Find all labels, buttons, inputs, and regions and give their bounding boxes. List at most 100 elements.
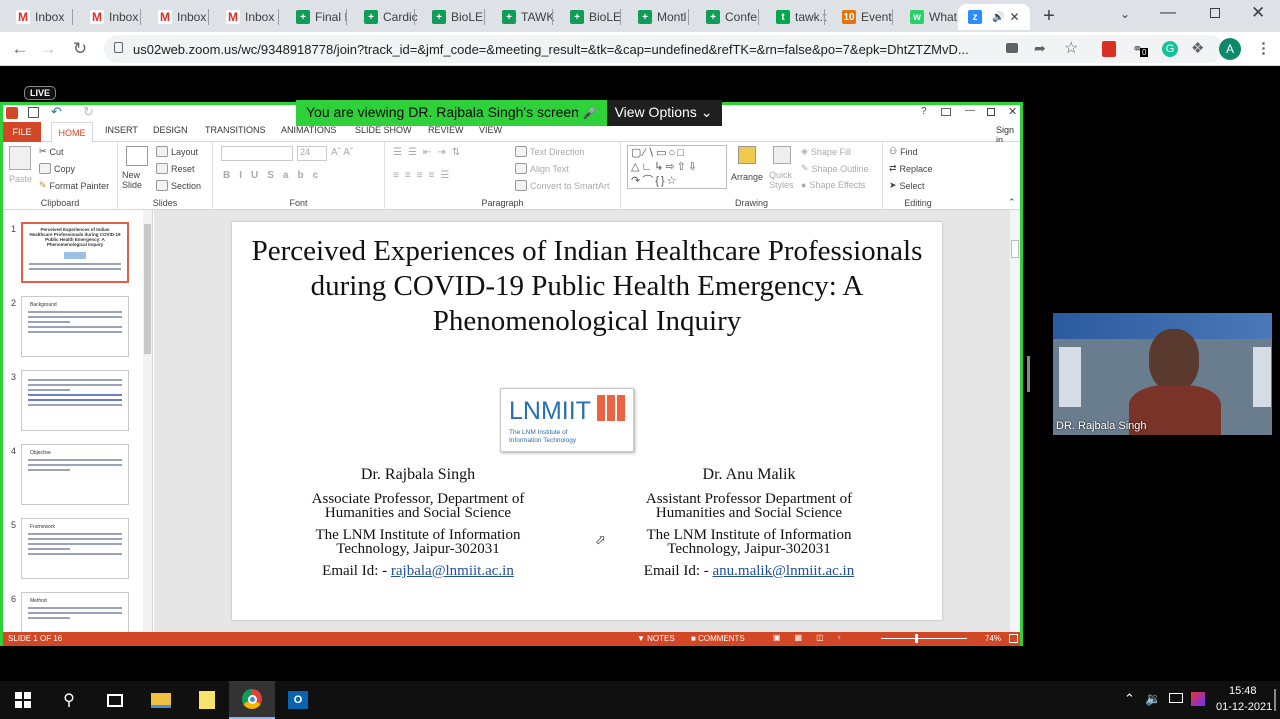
slide-scroll-thumb[interactable]: [1011, 240, 1019, 258]
browser-tab[interactable]: M Inbox: [0, 4, 70, 30]
author1-block[interactable]: Dr. Rajbala Singh Associate Professor, D…: [280, 467, 556, 579]
shapes-gallery[interactable]: ▢∕∖▭○□ △∟↳⇨⇧⇩ ↷⌒{}☆: [627, 145, 727, 189]
layout-button[interactable]: Layout: [156, 146, 198, 157]
tab-transitions[interactable]: TRANSITIONS: [205, 125, 266, 135]
extensions-puzzle-icon[interactable]: ❖: [1191, 39, 1204, 57]
zoom-slider-thumb[interactable]: [915, 634, 918, 643]
gallery-resize-handle[interactable]: [1027, 356, 1030, 392]
paste-button[interactable]: Paste: [9, 174, 32, 184]
find-button[interactable]: ⚇ Find: [889, 146, 918, 157]
redo-icon[interactable]: ↻: [83, 104, 94, 120]
bookmark-star-icon[interactable]: ☆: [1064, 38, 1078, 58]
save-icon[interactable]: [28, 107, 39, 118]
tab-insert[interactable]: INSERT: [105, 125, 138, 135]
search-icon[interactable]: ⚲: [46, 681, 92, 719]
tab-design[interactable]: DESIGN: [153, 125, 188, 135]
ppt-restore-icon[interactable]: [987, 108, 995, 116]
participant-video[interactable]: DR. Rajbala Singh: [1053, 313, 1272, 435]
format-painter-button[interactable]: ✎ Format Painter: [39, 180, 109, 191]
tab-search-icon[interactable]: ⌄: [1120, 7, 1130, 21]
thumbs-scrollbar[interactable]: [143, 210, 152, 632]
app-tray-icon[interactable]: [1191, 692, 1205, 706]
grammarly-icon[interactable]: G: [1162, 41, 1178, 57]
slide-thumbnail[interactable]: Objective: [21, 444, 129, 505]
slide-thumbnail[interactable]: [21, 370, 129, 431]
fit-slide-icon[interactable]: [1009, 634, 1018, 643]
clock-date[interactable]: 01-12-2021: [1216, 701, 1272, 713]
pdf-extension-icon[interactable]: [1102, 41, 1116, 57]
close-tab-icon[interactable]: ✕: [1009, 10, 1019, 24]
tab-view[interactable]: VIEW: [479, 125, 502, 135]
shape-fill-button[interactable]: ◈ Shape Fill: [801, 146, 851, 157]
ppt-close-icon[interactable]: ✕: [1008, 105, 1017, 118]
slide-thumbnail[interactable]: Framework: [21, 518, 129, 579]
tab-animations[interactable]: ANIMATIONS: [281, 125, 336, 135]
browser-tab[interactable]: + Montl: [622, 4, 692, 30]
share-icon[interactable]: ➦: [1034, 40, 1046, 57]
copy-button[interactable]: Copy: [39, 163, 75, 174]
new-slide-icon[interactable]: [126, 146, 148, 166]
ribbon-display-icon[interactable]: [941, 108, 951, 116]
reload-button[interactable]: ↻: [68, 37, 92, 61]
browser-tab[interactable]: M Inbox: [142, 4, 212, 30]
section-button[interactable]: Section: [156, 180, 201, 191]
windows-start-icon[interactable]: [0, 681, 46, 719]
forward-button[interactable]: →: [36, 37, 60, 61]
collapse-ribbon-icon[interactable]: ⌃: [1008, 197, 1016, 208]
smartart-button[interactable]: Convert to SmartArt: [515, 180, 610, 191]
browser-tab[interactable]: w What: [894, 4, 964, 30]
tab-home[interactable]: HOME: [51, 122, 93, 143]
browser-menu-icon[interactable]: ⋮: [1256, 39, 1271, 57]
browser-tab[interactable]: + TAWK: [486, 4, 556, 30]
new-slide-button[interactable]: New Slide: [122, 170, 150, 190]
tab-slide-show[interactable]: SLIDE SHOW: [355, 125, 412, 135]
reset-button[interactable]: Reset: [156, 163, 195, 174]
omnibox[interactable]: us02web.zoom.us/wc/9348918778/join?track…: [104, 35, 1224, 63]
camera-blocked-icon[interactable]: [1006, 43, 1018, 53]
browser-tab[interactable]: + BioLE: [554, 4, 624, 30]
notes-button[interactable]: ▼ NOTES: [637, 634, 675, 643]
sticky-notes-icon[interactable]: [184, 681, 230, 719]
browser-tab[interactable]: M Inbox: [210, 4, 280, 30]
font-format-icons[interactable]: BIUSabc: [223, 170, 327, 181]
browser-tab[interactable]: t tawk.t: [760, 4, 830, 30]
speaker-icon[interactable]: 🔊: [992, 12, 1004, 23]
clock-time[interactable]: 15:48: [1229, 685, 1257, 697]
zoom-slider[interactable]: [881, 638, 967, 639]
tab-file[interactable]: FILE: [3, 122, 41, 142]
restore-button[interactable]: [1210, 8, 1220, 18]
chrome-icon[interactable]: [229, 681, 275, 719]
task-view-icon[interactable]: [92, 681, 138, 719]
help-icon[interactable]: ?: [921, 106, 927, 117]
tray-chevron-icon[interactable]: ⌃: [1124, 691, 1135, 707]
select-button[interactable]: ➤ Select: [889, 180, 925, 191]
font-size-buttons-icon[interactable]: Aˆ Aˇ: [331, 147, 353, 158]
slide-thumbnail[interactable]: Method: [21, 592, 129, 632]
browser-tab[interactable]: + Final I: [280, 4, 350, 30]
ppt-minimize-icon[interactable]: —: [965, 105, 975, 116]
profile-avatar[interactable]: A: [1219, 38, 1241, 60]
view-buttons-icons[interactable]: ▣▦◫▫: [773, 633, 855, 642]
thumbs-scroll-thumb[interactable]: [144, 224, 151, 354]
outlook-icon[interactable]: O: [275, 681, 321, 719]
slide-thumbnail[interactable]: Perceived Experiences of Indian Healthca…: [21, 222, 129, 283]
back-button[interactable]: ←: [8, 37, 32, 61]
slide-canvas[interactable]: Perceived Experiences of Indian Healthca…: [232, 222, 942, 620]
notification-icon[interactable]: [1274, 689, 1276, 711]
arrange-button[interactable]: Arrange: [731, 172, 763, 182]
paste-icon[interactable]: [9, 146, 31, 170]
shape-outline-button[interactable]: ✎ Shape Outline: [801, 163, 869, 174]
network-icon[interactable]: [1169, 693, 1183, 703]
file-explorer-icon[interactable]: [138, 681, 184, 719]
browser-tab[interactable]: + BioLE: [416, 4, 486, 30]
font-size-field[interactable]: 24: [297, 146, 327, 161]
url-text[interactable]: us02web.zoom.us/wc/9348918778/join?track…: [133, 42, 1033, 57]
close-window-button[interactable]: ✕: [1251, 3, 1265, 23]
quick-styles-button[interactable]: Quick Styles: [769, 170, 797, 190]
slide-title[interactable]: Perceived Experiences of Indian Healthca…: [250, 234, 924, 339]
slide-scrollbar[interactable]: [1010, 210, 1020, 632]
view-options-button[interactable]: View Options ⌄: [606, 100, 723, 126]
browser-tab[interactable]: z 🔊 ✕: [958, 4, 1030, 30]
browser-tab[interactable]: M Inbox: [74, 4, 144, 30]
tab-review[interactable]: REVIEW: [428, 125, 464, 135]
